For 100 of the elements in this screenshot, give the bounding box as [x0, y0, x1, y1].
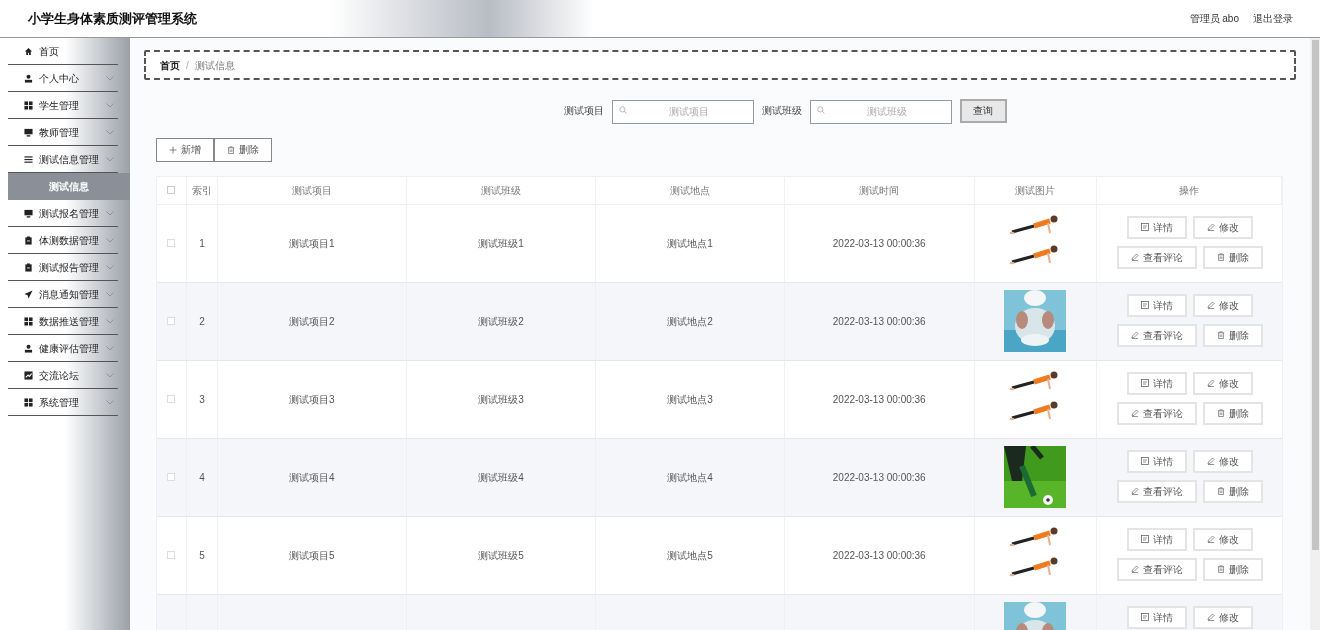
- action-button[interactable]: 修改: [1192, 449, 1253, 473]
- chevron-down-icon: [106, 210, 114, 216]
- action-button[interactable]: 修改: [1192, 371, 1253, 395]
- row-checkbox[interactable]: [167, 395, 176, 403]
- document-icon: [1140, 379, 1149, 387]
- sidebar-item[interactable]: 系统管理: [8, 389, 118, 416]
- sidebar-item[interactable]: 消息通知管理: [8, 281, 118, 308]
- chevron-down-icon: [106, 102, 114, 108]
- action-button[interactable]: 查看评论: [1116, 323, 1197, 347]
- chevron-down-icon: [106, 237, 114, 243]
- action-button[interactable]: 详情: [1126, 449, 1187, 473]
- search-label: 测试项目: [563, 104, 604, 119]
- table-cell-text: 测试项目4: [288, 470, 335, 485]
- column-header: 测试项目: [217, 176, 407, 204]
- document-icon: [1140, 535, 1149, 543]
- row-checkbox[interactable]: [167, 551, 176, 559]
- action-button[interactable]: 修改: [1192, 605, 1253, 629]
- header-checkbox[interactable]: [167, 186, 176, 194]
- action-button[interactable]: 查看评论: [1116, 401, 1197, 425]
- row-checkbox[interactable]: [167, 473, 176, 481]
- chart-icon: [24, 370, 33, 380]
- search-field[interactable]: 测试班级: [809, 99, 952, 124]
- query-button[interactable]: 查询: [959, 98, 1007, 123]
- trash-icon: [1216, 487, 1225, 495]
- search-label: 测试班级: [761, 104, 802, 119]
- pencil-icon: [1130, 253, 1139, 261]
- action-button[interactable]: 查看评论: [1116, 245, 1197, 269]
- action-button[interactable]: 查看评论: [1116, 479, 1197, 503]
- chevron-down-icon: [106, 291, 114, 297]
- sidebar-item[interactable]: 数据推送管理: [8, 308, 118, 335]
- table-cell-text: 测试地点5: [667, 548, 713, 563]
- column-header: 测试班级: [406, 176, 597, 204]
- monitor-icon: [24, 208, 33, 218]
- sidebar-item[interactable]: 测试报名管理: [8, 200, 118, 227]
- grid-icon: [24, 397, 33, 407]
- table-cell-text: 测试班级5: [478, 548, 524, 563]
- row-checkbox[interactable]: [167, 317, 176, 325]
- action-button[interactable]: 删除: [1202, 323, 1263, 347]
- chevron-down-icon: [106, 345, 114, 351]
- action-button[interactable]: 修改: [1192, 293, 1253, 317]
- table-cell-text: 2022-03-13 00:00:36: [832, 548, 926, 563]
- table-cell-text: 测试项目2: [288, 314, 335, 329]
- chevron-down-icon: [106, 129, 114, 135]
- delete-button[interactable]: 删除: [214, 137, 272, 162]
- sidebar-item[interactable]: 交流论坛: [8, 362, 118, 389]
- sidebar-item[interactable]: 个人中心: [8, 65, 118, 92]
- pencil-icon: [1206, 223, 1215, 231]
- action-button[interactable]: 查看评论: [1116, 557, 1197, 581]
- row-index: 1: [199, 236, 205, 251]
- action-button[interactable]: 详情: [1126, 527, 1187, 551]
- table-cell-text: 测试项目5: [288, 548, 335, 563]
- search-field[interactable]: 测试项目: [611, 99, 754, 124]
- table-cell-text: 测试班级2: [478, 314, 524, 329]
- search-icon: [618, 106, 627, 114]
- sidebar-item[interactable]: 体测数据管理: [8, 227, 118, 254]
- scrollbar-thumb[interactable]: [1311, 40, 1319, 550]
- user-icon: [24, 73, 33, 83]
- list-icon: [24, 154, 33, 164]
- chevron-down-icon: [106, 264, 114, 270]
- action-button[interactable]: 详情: [1126, 605, 1187, 629]
- table-cell-text: 2022-03-13 00:00:36: [832, 392, 926, 407]
- table-cell-text: 测试班级3: [478, 392, 524, 407]
- logout-link[interactable]: 退出登录: [1253, 11, 1293, 26]
- action-button[interactable]: 详情: [1126, 215, 1187, 239]
- add-button[interactable]: 新增: [156, 137, 214, 162]
- send-icon: [24, 289, 33, 299]
- sidebar-item[interactable]: 首页: [8, 38, 118, 65]
- breadcrumb-link[interactable]: 测试信息: [194, 57, 235, 73]
- row-checkbox[interactable]: [167, 239, 176, 247]
- monitor-icon: [24, 127, 33, 137]
- table-cell-text: 2022-03-13 00:00:36: [832, 470, 926, 485]
- sidebar-item[interactable]: 学生管理: [8, 92, 118, 119]
- scrollbar[interactable]: [1310, 38, 1320, 630]
- sidebar-label: 测试信息管理: [39, 152, 100, 167]
- action-button[interactable]: 删除: [1202, 557, 1263, 581]
- action-button[interactable]: 修改: [1192, 527, 1253, 551]
- sidebar-item[interactable]: 健康评估管理: [8, 335, 118, 362]
- sidebar-item[interactable]: 测试报告管理: [8, 254, 118, 281]
- column-header: 测试地点: [596, 176, 785, 204]
- row-index: 4: [199, 470, 205, 485]
- sidebar-label: 系统管理: [39, 395, 80, 410]
- action-button[interactable]: 详情: [1126, 371, 1187, 395]
- action-button[interactable]: 详情: [1126, 293, 1187, 317]
- trash-icon: [227, 145, 235, 154]
- action-button[interactable]: 删除: [1202, 401, 1263, 425]
- column-header: 测试图片: [974, 176, 1098, 204]
- breadcrumb-link[interactable]: 首页: [160, 57, 180, 73]
- chevron-down-icon: [106, 372, 114, 378]
- action-button[interactable]: 修改: [1192, 215, 1253, 239]
- action-button[interactable]: 删除: [1202, 245, 1263, 269]
- column-header: 测试时间: [784, 176, 975, 204]
- row-index: 3: [199, 392, 205, 407]
- grid-icon: [24, 100, 33, 110]
- chevron-down-icon: [106, 399, 114, 405]
- action-button[interactable]: 删除: [1202, 479, 1263, 503]
- sidebar-label: 个人中心: [39, 71, 80, 86]
- sidebar-label: 教师管理: [39, 125, 80, 140]
- sidebar-label: 首页: [39, 44, 60, 59]
- sidebar-item[interactable]: 教师管理: [8, 119, 118, 146]
- trash-icon: [1216, 331, 1225, 339]
